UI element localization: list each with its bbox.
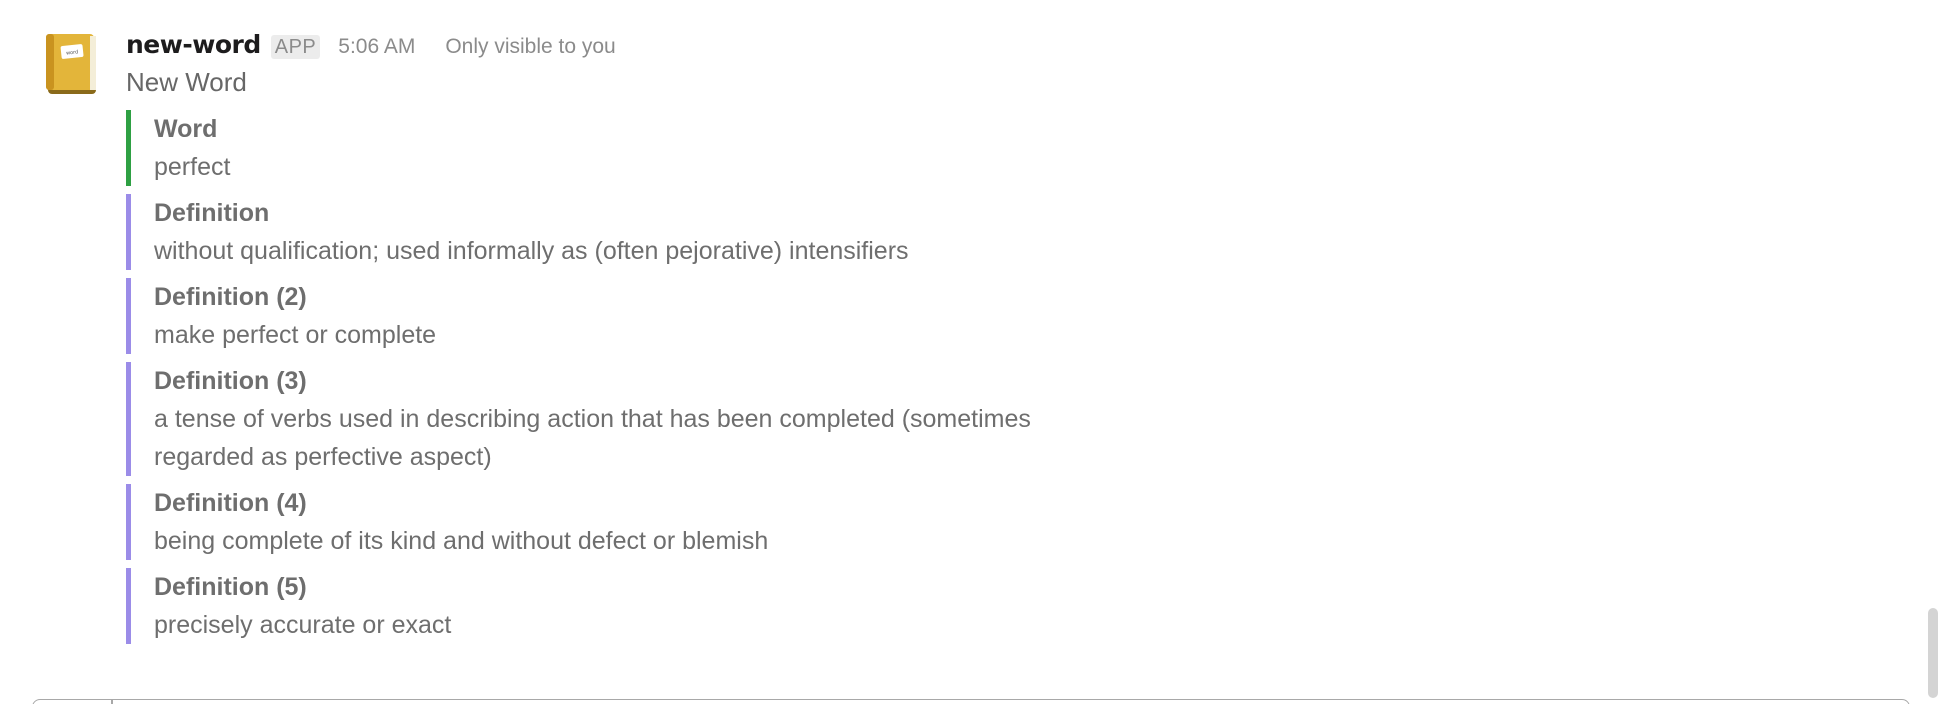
attachment-title: Definition (5) bbox=[154, 573, 307, 601]
attachment-title: Definition (2) bbox=[154, 283, 307, 311]
attachment-definition-5: Definition (5) precisely accurate or exa… bbox=[126, 568, 1826, 644]
attachment-definition-3: Definition (3) a tense of verbs used in … bbox=[126, 362, 1826, 476]
message-header: new-word APP 5:06 AM Only visible to you bbox=[126, 30, 1826, 64]
attachment-value: precisely accurate or exact bbox=[154, 611, 452, 639]
message-text: New Word bbox=[126, 67, 247, 97]
avatar-label: word bbox=[66, 49, 79, 56]
attachment-title: Definition bbox=[154, 199, 270, 227]
attachment-title: Definition (3) bbox=[154, 367, 307, 395]
attachment-value: perfect bbox=[154, 153, 231, 181]
app-badge: APP bbox=[270, 35, 321, 59]
attachments: Word perfect Definition without qualific… bbox=[126, 110, 1826, 644]
attachment-value: make perfect or complete bbox=[154, 321, 437, 349]
composer-divider bbox=[111, 700, 113, 704]
attachment-title: Definition (4) bbox=[154, 489, 307, 517]
attachment-definition: Definition without qualification; used i… bbox=[126, 194, 1826, 270]
sender-name[interactable]: new-word bbox=[126, 30, 261, 59]
visibility-note: Only visible to you bbox=[445, 35, 616, 58]
attachment-value: a tense of verbs used in describing acti… bbox=[154, 405, 1031, 471]
scrollbar-thumb[interactable] bbox=[1928, 608, 1938, 698]
attachment-title: Word bbox=[154, 115, 218, 143]
attachment-definition-2: Definition (2) make perfect or complete bbox=[126, 278, 1826, 354]
page: word new-word APP 5:06 AM Only visible t… bbox=[0, 0, 1940, 704]
scrollbar[interactable] bbox=[1926, 0, 1940, 704]
notebook-icon: word bbox=[46, 34, 96, 94]
timestamp[interactable]: 5:06 AM bbox=[338, 35, 415, 59]
attachment-value: without qualification; used informally a… bbox=[154, 237, 909, 265]
attachment-definition-4: Definition (4) being complete of its kin… bbox=[126, 484, 1826, 560]
message-body: new-word APP 5:06 AM Only visible to you… bbox=[126, 30, 1826, 652]
attachment-word: Word perfect bbox=[126, 110, 1826, 186]
attachment-value: being complete of its kind and without d… bbox=[154, 527, 769, 555]
avatar[interactable]: word bbox=[46, 34, 100, 96]
message-composer[interactable] bbox=[32, 699, 1910, 704]
